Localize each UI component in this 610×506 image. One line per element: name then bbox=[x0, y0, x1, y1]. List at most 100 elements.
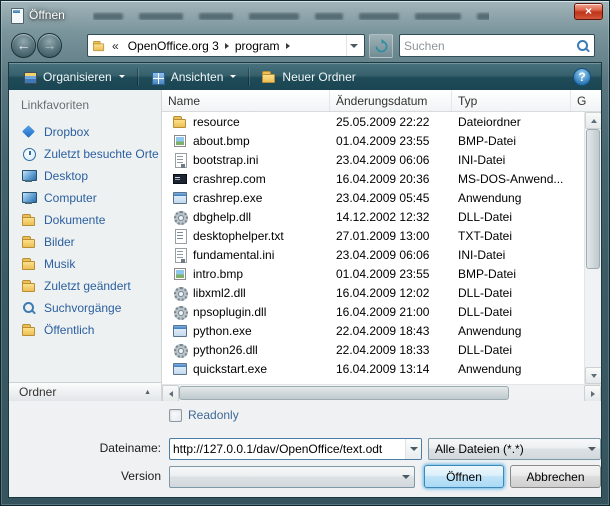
readonly-checkbox[interactable] bbox=[169, 409, 182, 422]
scroll-down-button[interactable] bbox=[585, 367, 601, 384]
breadcrumb-overflow-button[interactable]: « bbox=[110, 39, 121, 53]
filename-dropdown-button[interactable] bbox=[405, 439, 421, 459]
cancel-button[interactable]: Abbrechen bbox=[510, 465, 601, 488]
file-row-about-bmp[interactable]: about.bmp01.04.2009 23:55BMP-Datei bbox=[162, 131, 584, 150]
music-icon bbox=[21, 256, 37, 272]
sidebar-item-musik[interactable]: Musik bbox=[9, 253, 161, 275]
help-button[interactable]: ? bbox=[573, 68, 591, 86]
chevron-up-icon: ▲ bbox=[144, 389, 151, 396]
views-button[interactable]: Ansichten bbox=[141, 66, 246, 88]
sidebar-item-zuletzt-besuchte-orte[interactable]: Zuletzt besuchte Orte bbox=[9, 143, 161, 165]
scroll-right-button[interactable] bbox=[584, 385, 601, 402]
sidebar-item-zuletzt-ge-ndert[interactable]: Zuletzt geändert bbox=[9, 275, 161, 297]
computer-icon bbox=[21, 190, 37, 206]
horizontal-scrollbar-thumb[interactable] bbox=[179, 386, 509, 400]
dialog-client-area: Organisieren Ansichten Neuer Ordner ? bbox=[8, 62, 602, 498]
file-date: 23.04.2009 06:06 bbox=[330, 153, 452, 167]
sidebar-item-suchvorg-nge[interactable]: Suchvorgänge bbox=[9, 297, 161, 319]
sidebar-item-computer[interactable]: Computer bbox=[9, 187, 161, 209]
help-icon: ? bbox=[578, 70, 585, 84]
filename-input[interactable] bbox=[170, 442, 405, 456]
folders-pane-button[interactable]: Ordner ▲ bbox=[9, 382, 161, 401]
scroll-up-button[interactable] bbox=[585, 112, 601, 129]
views-icon bbox=[150, 69, 166, 85]
pictures-icon bbox=[21, 234, 37, 250]
close-button[interactable]: × bbox=[574, 3, 603, 20]
vertical-scrollbar-thumb[interactable] bbox=[586, 129, 600, 269]
file-row-desktophelper-txt[interactable]: desktophelper.txt27.01.2009 13:00TXT-Dat… bbox=[162, 226, 584, 245]
column-header-name[interactable]: Name bbox=[162, 90, 330, 111]
sidebar-item-ffentlich[interactable]: Öffentlich bbox=[9, 319, 161, 341]
organize-button[interactable]: Organisieren bbox=[13, 66, 134, 88]
vertical-scrollbar-track[interactable] bbox=[585, 129, 601, 367]
sidebar-item-dropbox[interactable]: Dropbox bbox=[9, 121, 161, 143]
documents-icon bbox=[21, 212, 37, 228]
file-name-cell: fundamental.ini bbox=[162, 247, 330, 263]
file-row-npsoplugin-dll[interactable]: npsoplugin.dll16.04.2009 21:00DLL-Datei bbox=[162, 302, 584, 321]
column-header-date[interactable]: Änderungsdatum bbox=[330, 90, 452, 111]
file-type: Anwendung bbox=[452, 362, 571, 376]
file-list-body: resource25.05.2009 22:22Dateiordnerabout… bbox=[162, 112, 601, 384]
file-type: DLL-Datei bbox=[452, 343, 571, 357]
horizontal-scrollbar[interactable] bbox=[162, 384, 601, 401]
horizontal-scrollbar-track[interactable] bbox=[179, 385, 584, 401]
file-row-quickstart-exe[interactable]: quickstart.exe16.04.2009 13:14Anwendung bbox=[162, 359, 584, 378]
file-row-intro-bmp[interactable]: intro.bmp01.04.2009 23:55BMP-Datei bbox=[162, 264, 584, 283]
refresh-button[interactable] bbox=[369, 34, 393, 58]
file-type: BMP-Datei bbox=[452, 267, 571, 281]
filetype-select[interactable]: Alle Dateien (*.*) bbox=[428, 438, 601, 460]
column-header-type[interactable]: Typ bbox=[452, 90, 571, 111]
file-row-crashrep-com[interactable]: crashrep.com16.04.2009 20:36MS-DOS-Anwen… bbox=[162, 169, 584, 188]
search-input[interactable] bbox=[404, 39, 576, 53]
open-button[interactable]: Öffnen bbox=[424, 465, 504, 488]
file-name: fundamental.ini bbox=[193, 248, 274, 262]
breadcrumb-arrow-icon[interactable] bbox=[225, 43, 229, 49]
column-header-label: G bbox=[577, 94, 586, 108]
breadcrumb-item-openoffice-org-3[interactable]: OpenOffice.org 3 bbox=[124, 37, 223, 55]
titlebar[interactable]: Öffnen × bbox=[1, 1, 609, 30]
file-name-cell: python.exe bbox=[162, 323, 330, 339]
file-row-crashrep-exe[interactable]: crashrep.exe23.04.2009 05:45Anwendung bbox=[162, 188, 584, 207]
new-folder-button[interactable]: Neuer Ordner bbox=[252, 66, 364, 88]
titlebar-glass-reflection bbox=[93, 12, 489, 20]
version-dropdown-button[interactable] bbox=[398, 467, 414, 487]
sidebar-item-dokumente[interactable]: Dokumente bbox=[9, 209, 161, 231]
file-row-libxml2-dll[interactable]: libxml2.dll16.04.2009 12:02DLL-Datei bbox=[162, 283, 584, 302]
forward-button[interactable]: → bbox=[37, 33, 62, 58]
back-button[interactable]: ← bbox=[11, 33, 36, 58]
sidebar-item-bilder[interactable]: Bilder bbox=[9, 231, 161, 253]
file-name-cell: crashrep.exe bbox=[162, 190, 330, 206]
file-name: python26.dll bbox=[193, 343, 258, 357]
file-row-python26-dll[interactable]: python26.dll22.04.2009 18:33DLL-Datei bbox=[162, 340, 584, 359]
column-header-size[interactable]: G bbox=[571, 90, 601, 111]
file-row-bootstrap-ini[interactable]: bootstrap.ini23.04.2009 06:06INI-Datei bbox=[162, 150, 584, 169]
sidebar-item-label: Bilder bbox=[44, 235, 75, 249]
file-row-python-exe[interactable]: python.exe22.04.2009 18:43Anwendung bbox=[162, 321, 584, 340]
file-name: libxml2.dll bbox=[193, 286, 246, 300]
favorites-list: DropboxZuletzt besuchte Orte Desktop Compu… bbox=[9, 121, 161, 341]
breadcrumb-item-program[interactable]: program bbox=[231, 37, 284, 55]
address-history-dropdown-button[interactable] bbox=[346, 35, 361, 56]
file-row-resource[interactable]: resource25.05.2009 22:22Dateiordner bbox=[162, 112, 584, 131]
scroll-left-button[interactable] bbox=[162, 385, 179, 402]
breadcrumb-bar[interactable]: « OpenOffice.org 3 program bbox=[87, 34, 365, 57]
vertical-scrollbar[interactable] bbox=[584, 112, 601, 384]
file-type: MS-DOS-Anwend... bbox=[452, 172, 571, 186]
toolbar-separator bbox=[248, 68, 249, 86]
column-header-label: Änderungsdatum bbox=[336, 94, 427, 108]
dll-icon bbox=[172, 285, 188, 301]
app-icon bbox=[172, 323, 188, 339]
chevron-down-icon bbox=[119, 75, 125, 78]
file-row-fundamental-ini[interactable]: fundamental.ini23.04.2009 06:06INI-Datei bbox=[162, 245, 584, 264]
breadcrumb-arrow-icon[interactable] bbox=[286, 43, 290, 49]
sidebar-item-desktop[interactable]: Desktop bbox=[9, 165, 161, 187]
new-folder-button-label: Neuer Ordner bbox=[282, 70, 355, 84]
sidebar-item-label: Desktop bbox=[44, 169, 88, 183]
filetype-dropdown-button[interactable] bbox=[584, 439, 600, 459]
dialog-footer: Readonly Dateiname: Alle Dateien (*.*) V… bbox=[9, 401, 601, 497]
main-area: Linkfavoriten DropboxZuletzt besuchte Or… bbox=[9, 90, 601, 401]
sidebar-item-label: Suchvorgänge bbox=[44, 301, 121, 315]
file-row-dbghelp-dll[interactable]: dbghelp.dll14.12.2002 12:32DLL-Datei bbox=[162, 207, 584, 226]
file-name-cell: bootstrap.ini bbox=[162, 152, 330, 168]
version-select[interactable] bbox=[169, 466, 415, 488]
